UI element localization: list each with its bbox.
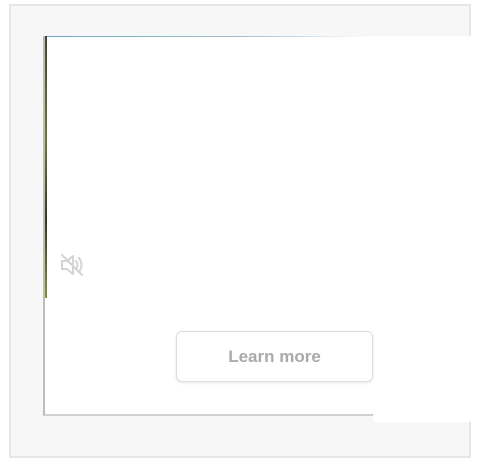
video-top-edge [45, 36, 373, 37]
learn-more-button[interactable]: Learn more [176, 331, 373, 382]
video-frame-edge [45, 36, 47, 298]
speaker-muted-icon [61, 254, 83, 276]
mute-toggle-button[interactable] [55, 248, 89, 282]
white-overlay [373, 36, 478, 422]
